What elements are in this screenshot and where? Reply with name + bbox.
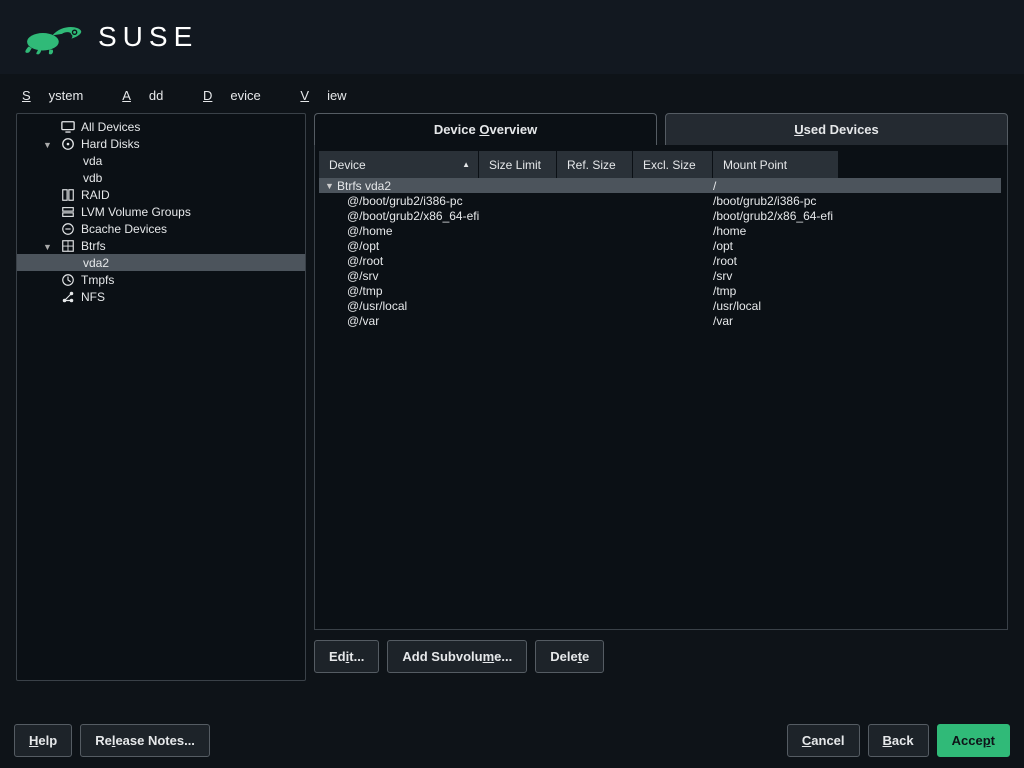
cell-mount: /home <box>713 224 1001 238</box>
tree-label: NFS <box>81 290 105 304</box>
raid-icon <box>61 188 75 202</box>
table-row[interactable]: @/var/var <box>319 313 1001 328</box>
cell-mount: /usr/local <box>713 299 1001 313</box>
tree-label: vda2 <box>83 256 109 270</box>
th-device[interactable]: Device▲ <box>319 151 479 178</box>
cell-mount: /boot/grub2/i386-pc <box>713 194 1001 208</box>
delete-button[interactable]: Delete <box>535 640 604 673</box>
menubar: System Add Device View <box>0 74 1024 113</box>
cell-mount: / <box>713 179 1001 193</box>
cell-device: @/opt <box>347 239 379 253</box>
cell-mount: /opt <box>713 239 1001 253</box>
tab-device-overview[interactable]: Device Overview <box>314 113 657 146</box>
table-header: Device▲ Size Limit Ref. Size Excl. Size … <box>319 151 1001 178</box>
table-row[interactable]: @/root/root <box>319 253 1001 268</box>
tree-bcache[interactable]: Bcache Devices <box>17 220 305 237</box>
tree-label: All Devices <box>81 120 140 134</box>
footer: Help Release Notes... Cancel Back Accept <box>0 712 1024 768</box>
nfs-icon <box>61 290 75 304</box>
th-mount-point[interactable]: Mount Point <box>713 151 839 178</box>
cell-mount: /boot/grub2/x86_64-efi <box>713 209 1001 223</box>
menu-add[interactable]: Add <box>122 88 181 103</box>
menu-view[interactable]: View <box>300 88 364 103</box>
monitor-icon <box>61 120 75 134</box>
bcache-icon <box>61 222 75 236</box>
cell-mount: /root <box>713 254 1001 268</box>
chevron-down-icon[interactable]: ▼ <box>43 242 52 252</box>
th-excl-size[interactable]: Excl. Size <box>633 151 713 178</box>
tab-used-devices[interactable]: Used Devices <box>665 113 1008 146</box>
cell-device: @/var <box>347 314 379 328</box>
cell-mount: /tmp <box>713 284 1001 298</box>
tree-btrfs[interactable]: ▼ Btrfs <box>17 237 305 254</box>
table-row[interactable]: @/boot/grub2/i386-pc/boot/grub2/i386-pc <box>319 193 1001 208</box>
chevron-down-icon[interactable]: ▼ <box>43 140 52 150</box>
accept-button[interactable]: Accept <box>937 724 1010 757</box>
table-row[interactable]: @/opt/opt <box>319 238 1001 253</box>
tree-label: Tmpfs <box>81 273 114 287</box>
cell-mount: /var <box>713 314 1001 328</box>
cell-mount: /srv <box>713 269 1001 283</box>
tree-label: vda <box>83 154 102 168</box>
tree-label: Btrfs <box>81 239 106 253</box>
sort-asc-icon: ▲ <box>462 160 470 169</box>
brand-name: SUSE <box>98 21 198 53</box>
tree-label: Hard Disks <box>81 137 140 151</box>
table-row[interactable]: @/tmp/tmp <box>319 283 1001 298</box>
menu-system[interactable]: System <box>22 88 101 103</box>
edit-button[interactable]: Edit... <box>314 640 379 673</box>
cell-device: @/boot/grub2/x86_64-efi <box>347 209 479 223</box>
cell-device: @/tmp <box>347 284 383 298</box>
header: SUSE <box>0 0 1024 74</box>
menu-device[interactable]: Device <box>203 88 279 103</box>
cell-device: @/root <box>347 254 383 268</box>
th-ref-size[interactable]: Ref. Size <box>557 151 633 178</box>
tree-tmpfs[interactable]: Tmpfs <box>17 271 305 288</box>
device-tree[interactable]: All Devices ▼ Hard Disks vda vdb RAID LV… <box>16 113 306 681</box>
tree-label: RAID <box>81 188 110 202</box>
cell-device: @/home <box>347 224 393 238</box>
tree-vdb[interactable]: vdb <box>17 169 305 186</box>
table-row[interactable]: @/home/home <box>319 223 1001 238</box>
tree-raid[interactable]: RAID <box>17 186 305 203</box>
tmpfs-icon <box>61 273 75 287</box>
tree-vda2[interactable]: vda2 <box>17 254 305 271</box>
disk-icon <box>61 137 75 151</box>
tree-all-devices[interactable]: All Devices <box>17 118 305 135</box>
tree-hard-disks[interactable]: ▼ Hard Disks <box>17 135 305 152</box>
chevron-down-icon[interactable]: ▼ <box>325 181 335 191</box>
table-actions: Edit... Add Subvolume... Delete <box>314 630 1008 673</box>
tree-label: vdb <box>83 171 102 185</box>
tabs: Device Overview Used Devices <box>314 113 1008 146</box>
back-button[interactable]: Back <box>868 724 929 757</box>
cell-device: @/boot/grub2/i386-pc <box>347 194 463 208</box>
device-table: Device▲ Size Limit Ref. Size Excl. Size … <box>314 145 1008 630</box>
tree-vda[interactable]: vda <box>17 152 305 169</box>
th-size-limit[interactable]: Size Limit <box>479 151 557 178</box>
cell-device: Btrfs vda2 <box>337 179 391 193</box>
table-row[interactable]: ▼Btrfs vda2 / <box>319 178 1001 193</box>
tree-label: LVM Volume Groups <box>81 205 191 219</box>
suse-gecko-icon <box>22 18 86 56</box>
help-button[interactable]: Help <box>14 724 72 757</box>
release-notes-button[interactable]: Release Notes... <box>80 724 210 757</box>
btrfs-icon <box>61 239 75 253</box>
tree-lvm[interactable]: LVM Volume Groups <box>17 203 305 220</box>
table-row[interactable]: @/boot/grub2/x86_64-efi/boot/grub2/x86_6… <box>319 208 1001 223</box>
cell-device: @/usr/local <box>347 299 407 313</box>
tree-nfs[interactable]: NFS <box>17 288 305 305</box>
lvm-icon <box>61 205 75 219</box>
table-row[interactable]: @/srv/srv <box>319 268 1001 283</box>
add-subvolume-button[interactable]: Add Subvolume... <box>387 640 527 673</box>
cell-device: @/srv <box>347 269 379 283</box>
tree-label: Bcache Devices <box>81 222 167 236</box>
table-row[interactable]: @/usr/local/usr/local <box>319 298 1001 313</box>
cancel-button[interactable]: Cancel <box>787 724 860 757</box>
